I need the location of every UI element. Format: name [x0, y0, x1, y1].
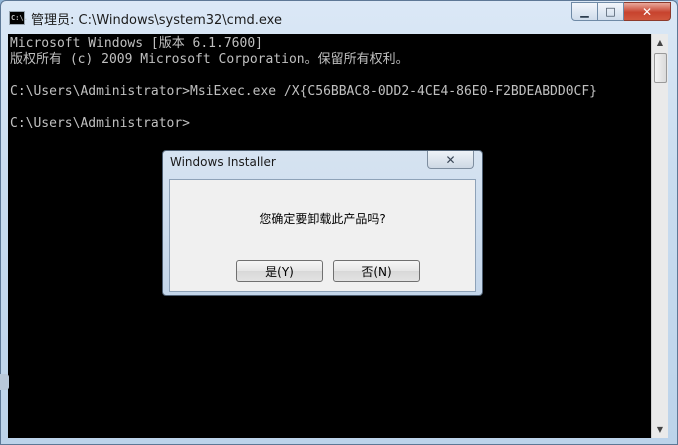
window-title: 管理员: C:\Windows\system32\cmd.exe [31, 13, 282, 28]
console-line: C:\Users\Administrator>MsiExec.exe /X{C5… [10, 84, 597, 99]
scroll-down-icon[interactable]: ▼ [652, 421, 668, 438]
console-line: C:\Users\Administrator> [10, 116, 191, 131]
console-line: Microsoft Windows [版本 6.1.7600] [10, 36, 263, 51]
minimize-button[interactable]: ▁ [571, 2, 598, 21]
close-button[interactable]: ✕ [624, 2, 671, 21]
cmd-icon: C:\. [9, 11, 28, 25]
console-line: 版权所有 (c) 2009 Microsoft Corporation。保留所有… [10, 52, 409, 67]
vertical-scrollbar[interactable]: ▲ ▼ [651, 34, 668, 438]
title-bar[interactable]: C:\. 管理员: C:\Windows\system32\cmd.exe ▁ … [1, 1, 677, 35]
desktop-edge [0, 374, 9, 390]
scroll-thumb[interactable] [654, 53, 667, 83]
installer-dialog: Windows Installer ✕ 您确定要卸载此产品吗? 是(Y) 否(N… [162, 150, 483, 296]
scroll-up-icon[interactable]: ▲ [652, 34, 668, 51]
yes-button[interactable]: 是(Y) [236, 260, 323, 282]
maximize-button[interactable]: □ [598, 2, 624, 21]
dialog-title: Windows Installer [170, 155, 276, 169]
dialog-close-button[interactable]: ✕ [427, 151, 474, 169]
dialog-body: 您确定要卸载此产品吗? 是(Y) 否(N) [169, 179, 476, 292]
window-controls: ▁ □ ✕ [571, 2, 671, 22]
dialog-message: 您确定要卸载此产品吗? [259, 212, 386, 226]
no-button[interactable]: 否(N) [333, 260, 420, 282]
